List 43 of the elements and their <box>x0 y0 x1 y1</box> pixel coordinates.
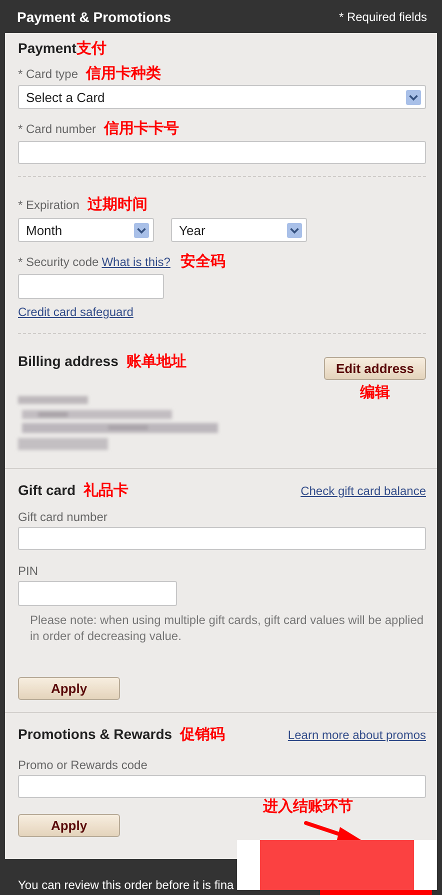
section-heading: Promotions & Rewards <box>18 726 172 742</box>
annotation: 支付 <box>76 39 106 58</box>
required-note: * Required fields <box>338 10 427 24</box>
gift-card-number-field[interactable] <box>18 527 426 550</box>
security-code-field[interactable] <box>18 274 164 299</box>
learn-promos-link[interactable]: Learn more about promos <box>288 728 426 742</box>
field-label: * Card type <box>18 67 78 81</box>
annotation: 促销码 <box>180 725 226 744</box>
year-dropdown[interactable]: Year <box>171 218 307 242</box>
field-label: * Card number <box>18 122 96 136</box>
edit-address-button[interactable]: Edit address <box>324 357 426 380</box>
field-label: Gift card number <box>18 510 108 524</box>
promo-code-field[interactable] <box>18 775 426 798</box>
section-heading: Billing address <box>18 353 118 369</box>
annotation: 信用卡种类 <box>86 64 162 83</box>
annotation: 编辑 <box>360 383 390 402</box>
chevron-down-icon <box>406 90 421 104</box>
section-heading: Payment <box>18 40 76 56</box>
gift-card-note: Please note: when using multiple gift cards, gift card values will be applied in order of decreasing value. <box>30 612 425 644</box>
chevron-down-icon <box>287 222 302 238</box>
card-number-field[interactable] <box>18 141 426 164</box>
apply-button[interactable]: Apply <box>18 677 120 700</box>
section-heading: Gift card <box>18 482 76 498</box>
field-label: PIN <box>18 564 40 578</box>
field-label: * Expiration <box>18 198 80 212</box>
field-label: * Security code <box>18 255 99 269</box>
card-type-dropdown[interactable]: Select a Card <box>18 85 426 109</box>
annotation: 账单地址 <box>126 352 186 371</box>
chevron-down-icon <box>134 222 149 238</box>
annotation: 过期时间 <box>87 195 148 214</box>
annotation: 进入结账环节 <box>263 797 353 816</box>
annotation: 安全码 <box>180 252 226 271</box>
pin-field[interactable] <box>18 581 177 606</box>
page-title: Payment & Promotions <box>17 8 172 24</box>
apply-button[interactable]: Apply <box>18 814 120 837</box>
what-is-this-link[interactable]: What is this? <box>102 255 170 269</box>
annotation: 信用卡卡号 <box>104 119 180 138</box>
safeguard-link[interactable]: Credit card safeguard <box>18 305 134 319</box>
month-dropdown[interactable]: Month <box>18 218 154 242</box>
annotation: 礼品卡 <box>84 481 129 500</box>
field-label: Promo or Rewards code <box>18 758 148 772</box>
review-note: You can review this order before it is fina <box>18 878 234 892</box>
check-balance-link[interactable]: Check gift card balance <box>300 484 426 498</box>
